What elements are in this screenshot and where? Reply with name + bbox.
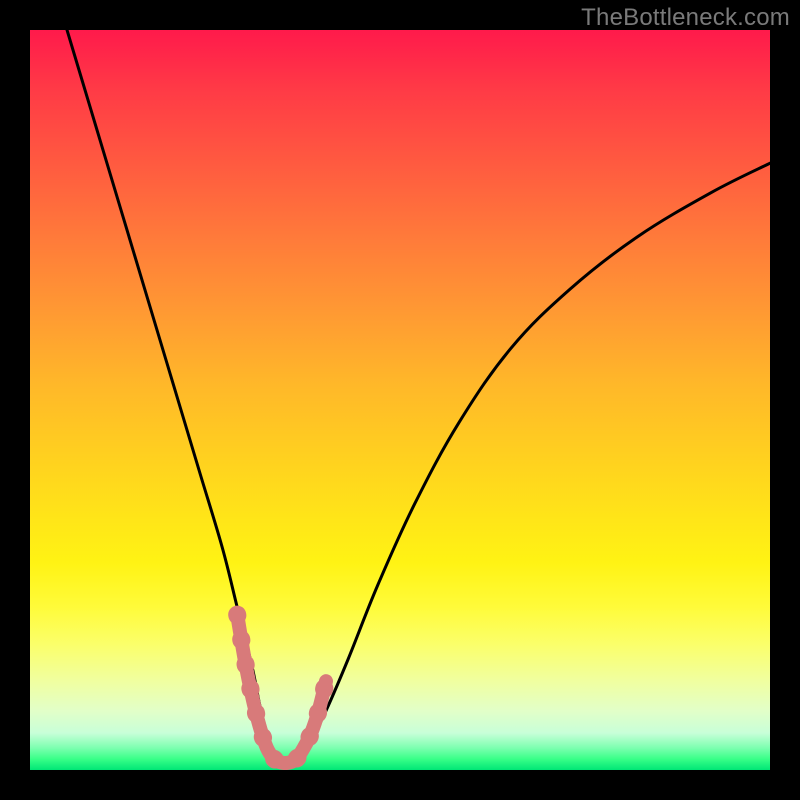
chart-svg (30, 30, 770, 770)
chart-plot-area (30, 30, 770, 770)
watermark-text: TheBottleneck.com (581, 4, 790, 32)
optimal-zone-marker-fill (237, 615, 326, 763)
bottleneck-curve (67, 30, 770, 763)
chart-frame: TheBottleneck.com (0, 0, 800, 800)
